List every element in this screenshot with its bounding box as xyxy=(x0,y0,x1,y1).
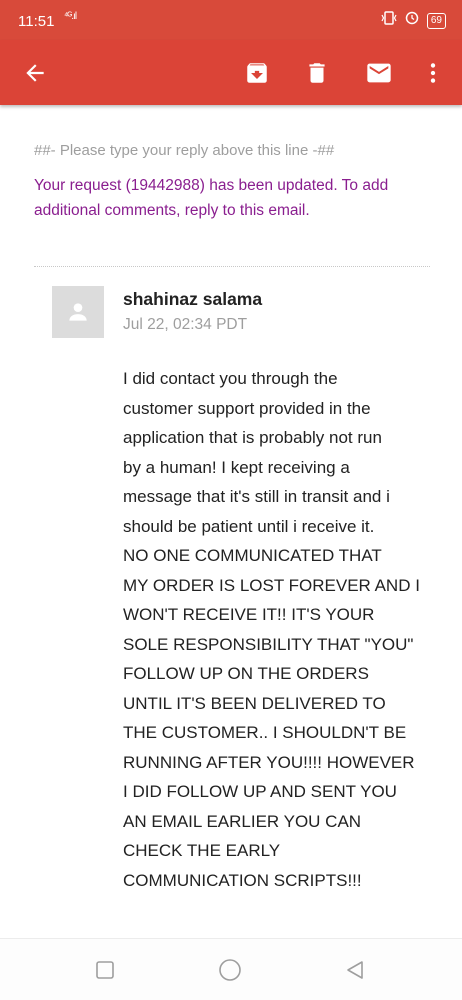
divider xyxy=(34,266,430,267)
message-line: MY ORDER IS LOST FOREVER AND I xyxy=(123,575,420,595)
back-icon[interactable] xyxy=(342,957,368,983)
message-line: by a human! I kept receiving a xyxy=(123,457,350,477)
person-icon xyxy=(69,303,87,321)
message-line: WON'T RECEIVE IT!! IT'S YOUR xyxy=(123,605,375,624)
message-line: SOLE RESPONSIBILITY THAT "YOU" xyxy=(123,634,414,654)
message-line: should be patient until i receive it. xyxy=(123,516,375,536)
reply-line: ##- Please type your reply above this li… xyxy=(34,142,335,159)
message-line: AN EMAIL EARLIER YOU CAN xyxy=(123,811,362,831)
signal-icon: ⁴ᴳ.ıl xyxy=(64,11,77,22)
delete-icon[interactable] xyxy=(298,54,336,92)
message-line: RUNNING AFTER YOU!!!! HOWEVER xyxy=(123,752,415,772)
message-line: application that is probably not run xyxy=(123,428,382,447)
app-bar xyxy=(0,40,462,105)
message-line: UNTIL IT'S BEEN DELIVERED TO xyxy=(123,693,386,713)
recent-apps-icon[interactable] xyxy=(92,957,118,983)
system-nav-bar xyxy=(0,938,462,1000)
alarm-icon xyxy=(405,11,419,30)
archive-icon[interactable] xyxy=(238,54,276,92)
status-time: 11:51 xyxy=(18,13,55,30)
battery-icon: 69 xyxy=(426,12,446,29)
message-line: I DID FOLLOW UP AND SENT YOU xyxy=(123,782,397,801)
status-icons: 69 xyxy=(381,11,446,30)
avatar xyxy=(52,286,104,338)
sender-date: Jul 22, 02:34 PDT xyxy=(123,316,248,333)
back-arrow-icon[interactable] xyxy=(16,54,54,92)
update-notice: Your request (19442988) has been updated… xyxy=(34,177,389,219)
message-line: CHECK THE EARLY xyxy=(123,841,281,860)
message-line: customer support provided in the xyxy=(123,398,371,418)
message-line: COMMUNICATION SCRIPTS!!! xyxy=(123,870,362,890)
message-line: message that it's still in transit and i xyxy=(123,487,390,506)
message-body: I did contact you through the customer s… xyxy=(123,364,443,895)
more-vert-icon[interactable] xyxy=(414,54,452,92)
message-line: FOLLOW UP ON THE ORDERS xyxy=(123,664,369,683)
email-notice: ##- Please type your reply above this li… xyxy=(34,142,434,223)
status-bar: 11:51 ⁴ᴳ.ıl 69 xyxy=(0,0,462,40)
sender-name: shahinaz salama xyxy=(123,289,263,309)
mail-icon[interactable] xyxy=(360,54,398,92)
message-line: I did contact you through the xyxy=(123,369,338,388)
message-line: NO ONE COMMUNICATED THAT xyxy=(123,546,382,565)
home-icon[interactable] xyxy=(217,957,243,983)
message-line: THE CUSTOMER.. I SHOULDN'T BE xyxy=(123,723,407,742)
vibrate-icon xyxy=(381,11,397,30)
